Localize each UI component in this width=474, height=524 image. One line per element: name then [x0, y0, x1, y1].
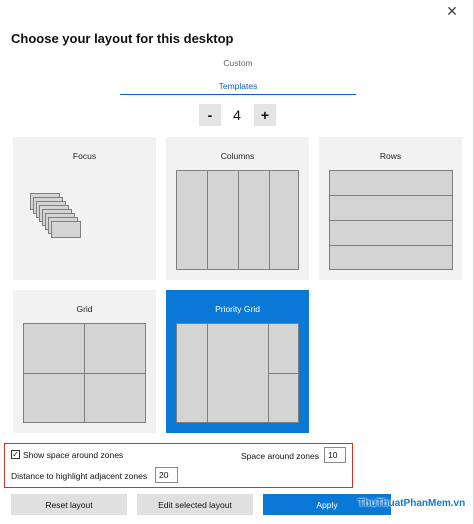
priority-zone — [268, 373, 299, 423]
increase-zones-button[interactable]: + — [254, 104, 276, 126]
grid-zone — [84, 373, 146, 423]
template-card-priority-grid[interactable]: Priority Grid — [166, 290, 309, 433]
column-zone — [269, 170, 299, 270]
template-label-rows: Rows — [379, 151, 402, 161]
layout-editor-window: ✕ Choose your layout for this desktop Cu… — [0, 0, 474, 524]
reset-layout-button[interactable]: Reset layout — [11, 494, 127, 515]
template-label-columns: Columns — [220, 151, 255, 161]
distance-input[interactable]: 20 — [155, 467, 178, 483]
grid-zone — [84, 323, 146, 374]
close-button[interactable]: ✕ — [437, 0, 467, 22]
show-space-checkbox[interactable]: ✓ — [11, 450, 20, 459]
tab-templates[interactable]: Templates — [120, 81, 356, 95]
priority-zone — [268, 323, 299, 374]
template-card-grid[interactable]: Grid — [13, 290, 156, 433]
template-label-grid: Grid — [76, 304, 93, 314]
close-icon: ✕ — [446, 2, 458, 19]
column-zone — [207, 170, 239, 270]
row-zone — [329, 170, 453, 196]
grid-zone — [23, 323, 85, 374]
column-zone — [176, 170, 208, 270]
priority-zone — [176, 323, 208, 423]
show-space-label: Show space around zones — [23, 450, 124, 460]
template-card-rows[interactable]: Rows — [319, 137, 462, 280]
edit-selected-layout-button[interactable]: Edit selected layout — [137, 494, 253, 515]
zone-count-value: 4 — [233, 107, 241, 123]
grid-zone — [23, 373, 85, 423]
template-card-columns[interactable]: Columns — [166, 137, 309, 280]
row-zone — [329, 220, 453, 246]
template-card-focus[interactable]: Focus — [13, 137, 156, 280]
decrease-zones-button[interactable]: - — [199, 104, 221, 126]
template-label-priority-grid: Priority Grid — [215, 304, 260, 314]
tab-custom[interactable]: Custom — [120, 58, 356, 68]
row-zone — [329, 195, 453, 221]
space-around-label: Space around zones — [241, 451, 319, 461]
space-around-input[interactable]: 10 — [324, 447, 346, 463]
watermark: ThuThuatPhanMem.vn — [358, 498, 466, 509]
column-zone — [238, 170, 270, 270]
page-title: Choose your layout for this desktop — [11, 31, 234, 46]
template-label-focus: Focus — [72, 151, 97, 161]
focus-zone — [51, 221, 81, 238]
distance-label: Distance to highlight adjacent zones — [11, 471, 148, 481]
row-zone — [329, 245, 453, 270]
priority-zone — [207, 323, 269, 423]
